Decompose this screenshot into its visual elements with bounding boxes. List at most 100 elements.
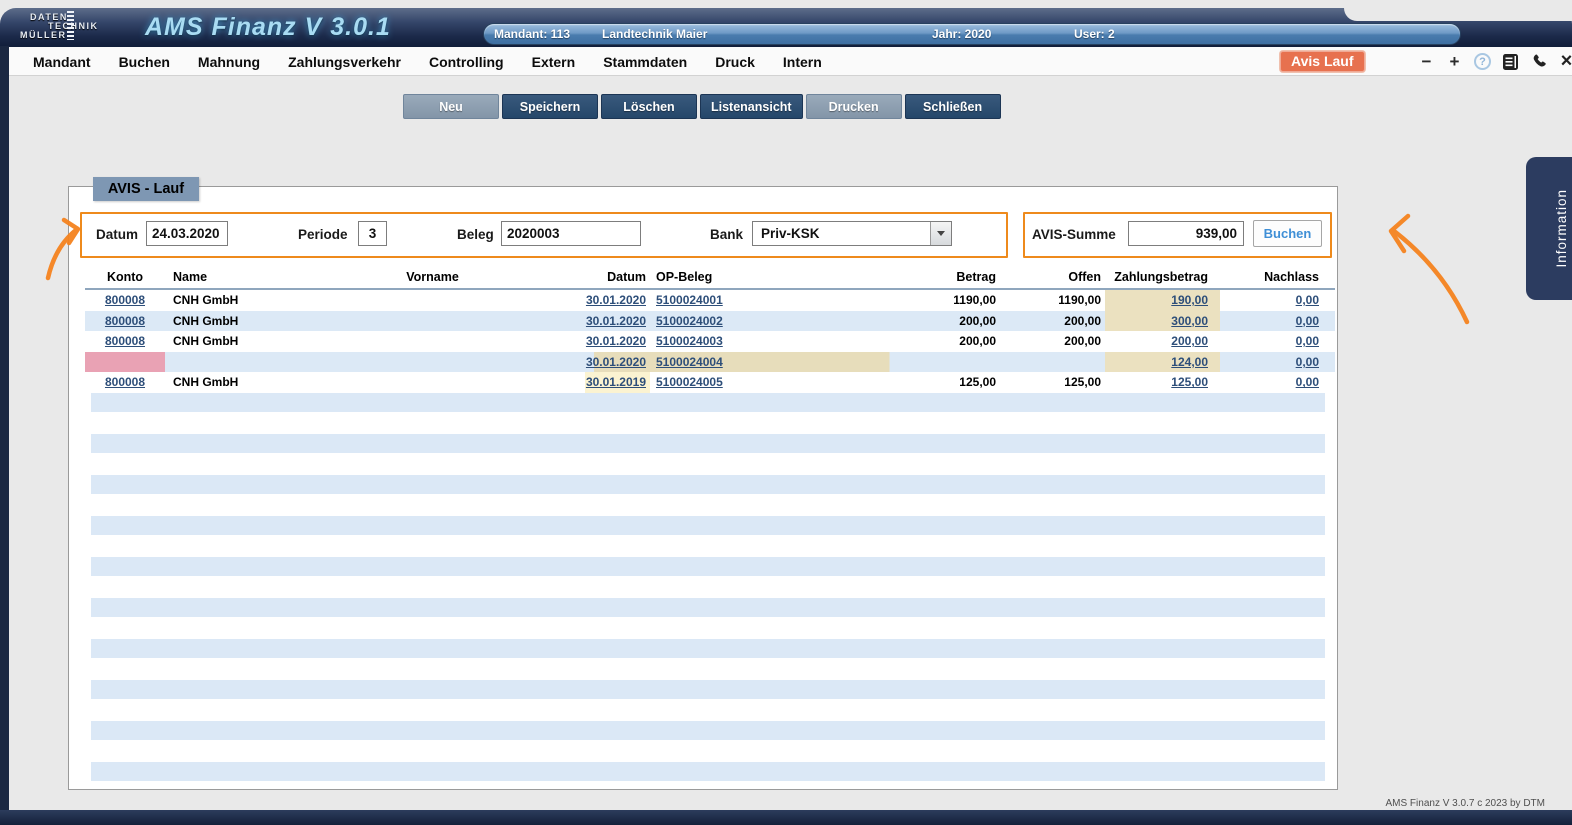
datum-link[interactable]: 30.01.2019 — [586, 375, 646, 389]
betrag-value: 1190,00 — [953, 293, 996, 307]
table-row: 800008 CNH GmbH 30.01.2019 5100024005 125,00… — [85, 372, 1335, 393]
table-row: 30.01.2020 5100024004 124,00 0,00 — [85, 352, 1335, 373]
cell-datum: 30.01.2020 — [520, 311, 650, 332]
empty-table-row — [91, 557, 1325, 576]
status-mandant-name: Landtechnik Maier — [602, 27, 707, 41]
zahlungsbetrag-link[interactable]: 300,00 — [1171, 314, 1208, 328]
cell-vorname — [345, 331, 520, 352]
table-row: 800008 CNH GmbH 30.01.2020 5100024002 200,00… — [85, 311, 1335, 332]
speichern-button[interactable]: Speichern — [502, 94, 598, 119]
nachlass-link[interactable]: 0,00 — [1296, 334, 1319, 348]
nachlass-link[interactable]: 0,00 — [1296, 314, 1319, 328]
zahlungsbetrag-link[interactable]: 200,00 — [1171, 334, 1208, 348]
listenansicht-button[interactable]: Listenansicht — [700, 94, 803, 119]
cell-nachlass: 0,00 — [1220, 311, 1335, 332]
op-beleg-link[interactable]: 5100024001 — [656, 293, 723, 307]
empty-table-row — [91, 516, 1325, 535]
col-header-zahlungsbetrag: Zahlungsbetrag — [1105, 266, 1220, 288]
schließen-button[interactable]: Schließen — [905, 94, 1001, 119]
cell-betrag — [770, 352, 1000, 373]
op-beleg-link[interactable]: 5100024005 — [656, 375, 723, 389]
konto-link[interactable]: 800008 — [105, 293, 145, 307]
menu-item-intern[interactable]: Intern — [783, 54, 822, 70]
journal-icon[interactable] — [1501, 51, 1520, 73]
löschen-button[interactable]: Löschen — [601, 94, 697, 119]
datum-link[interactable]: 30.01.2020 — [586, 293, 646, 307]
cell-offen — [1000, 352, 1105, 373]
active-module-badge: Avis Lauf — [1280, 51, 1365, 72]
konto-link[interactable]: 800008 — [105, 334, 145, 348]
panel-title: AVIS - Lauf — [93, 177, 199, 201]
periode-input[interactable] — [358, 221, 387, 246]
menu-item-druck[interactable]: Druck — [715, 54, 755, 70]
bank-select[interactable]: Priv-KSK — [752, 221, 952, 246]
status-mandant: Mandant: 113 — [494, 27, 570, 41]
cell-konto: 800008 — [85, 331, 165, 352]
titlebar-notch — [1344, 8, 1572, 21]
information-tab[interactable]: Information — [1526, 157, 1572, 300]
zahlungsbetrag-link[interactable]: 125,00 — [1171, 375, 1208, 389]
avis-summe-input[interactable] — [1128, 221, 1244, 246]
cell-offen: 200,00 — [1000, 331, 1105, 352]
col-header-konto: Konto — [85, 266, 165, 288]
menu-item-controlling[interactable]: Controlling — [429, 54, 504, 70]
cell-vorname — [345, 372, 520, 393]
cell-datum: 30.01.2020 — [520, 331, 650, 352]
menu-item-mahnung[interactable]: Mahnung — [198, 54, 260, 70]
datum-link[interactable]: 30.01.2020 — [586, 314, 646, 328]
col-header-op-beleg: OP-Beleg — [650, 266, 770, 288]
nachlass-link[interactable]: 0,00 — [1296, 293, 1319, 307]
cell-zahlungsbetrag: 124,00 — [1105, 352, 1220, 373]
menu-item-extern[interactable]: Extern — [532, 54, 576, 70]
name-value: CNH GmbH — [173, 375, 238, 389]
cell-name — [165, 352, 345, 373]
menu-item-zahlungsverkehr[interactable]: Zahlungsverkehr — [288, 54, 401, 70]
beleg-input[interactable] — [501, 221, 641, 246]
cell-vorname — [345, 290, 520, 311]
konto-link[interactable]: 800008 — [105, 375, 145, 389]
cell-nachlass: 0,00 — [1220, 331, 1335, 352]
datum-input[interactable] — [146, 221, 228, 246]
cell-konto: 800008 — [85, 372, 165, 393]
empty-table-row — [91, 762, 1325, 781]
window-left-border — [0, 46, 9, 812]
avis-summe-label: AVIS-Summe — [1032, 227, 1116, 242]
betrag-value: 125,00 — [959, 375, 996, 389]
cell-offen: 1190,00 — [1000, 290, 1105, 311]
op-beleg-link[interactable]: 5100024004 — [656, 355, 723, 369]
nachlass-link[interactable]: 0,00 — [1296, 375, 1319, 389]
offen-value: 200,00 — [1064, 314, 1101, 328]
op-beleg-link[interactable]: 5100024002 — [656, 314, 723, 328]
minimize-icon[interactable]: − — [1417, 51, 1436, 73]
name-value: CNH GmbH — [173, 293, 238, 307]
datum-link[interactable]: 30.01.2020 — [586, 334, 646, 348]
cell-zahlungsbetrag: 190,00 — [1105, 290, 1220, 311]
empty-table-row — [91, 393, 1325, 412]
zahlungsbetrag-link[interactable]: 190,00 — [1171, 293, 1208, 307]
beleg-label: Beleg — [457, 227, 494, 242]
maximize-icon[interactable]: + — [1445, 51, 1464, 73]
menu-item-stammdaten[interactable]: Stammdaten — [603, 54, 687, 70]
help-icon[interactable]: ? — [1474, 53, 1491, 70]
zahlungsbetrag-link[interactable]: 124,00 — [1171, 355, 1208, 369]
buchen-button[interactable]: Buchen — [1253, 220, 1322, 247]
konto-link[interactable]: 800008 — [105, 314, 145, 328]
col-header-vorname: Vorname — [345, 266, 520, 288]
nachlass-link[interactable]: 0,00 — [1296, 355, 1319, 369]
phone-icon[interactable] — [1529, 51, 1548, 73]
empty-table-row — [91, 721, 1325, 740]
betrag-value: 200,00 — [959, 334, 996, 348]
status-jahr: Jahr: 2020 — [932, 27, 991, 41]
cell-vorname — [345, 352, 520, 373]
drucken-button[interactable]: Drucken — [806, 94, 902, 119]
cell-nachlass: 0,00 — [1220, 372, 1335, 393]
chevron-down-icon[interactable] — [930, 222, 951, 245]
cell-name: CNH GmbH — [165, 311, 345, 332]
cell-offen: 200,00 — [1000, 311, 1105, 332]
menu-item-mandant[interactable]: Mandant — [33, 54, 91, 70]
menu-item-buchen[interactable]: Buchen — [119, 54, 170, 70]
datum-link[interactable]: 30.01.2020 — [586, 355, 646, 369]
neu-button[interactable]: Neu — [403, 94, 499, 119]
close-icon[interactable]: × — [1557, 51, 1572, 73]
op-beleg-link[interactable]: 5100024003 — [656, 334, 723, 348]
